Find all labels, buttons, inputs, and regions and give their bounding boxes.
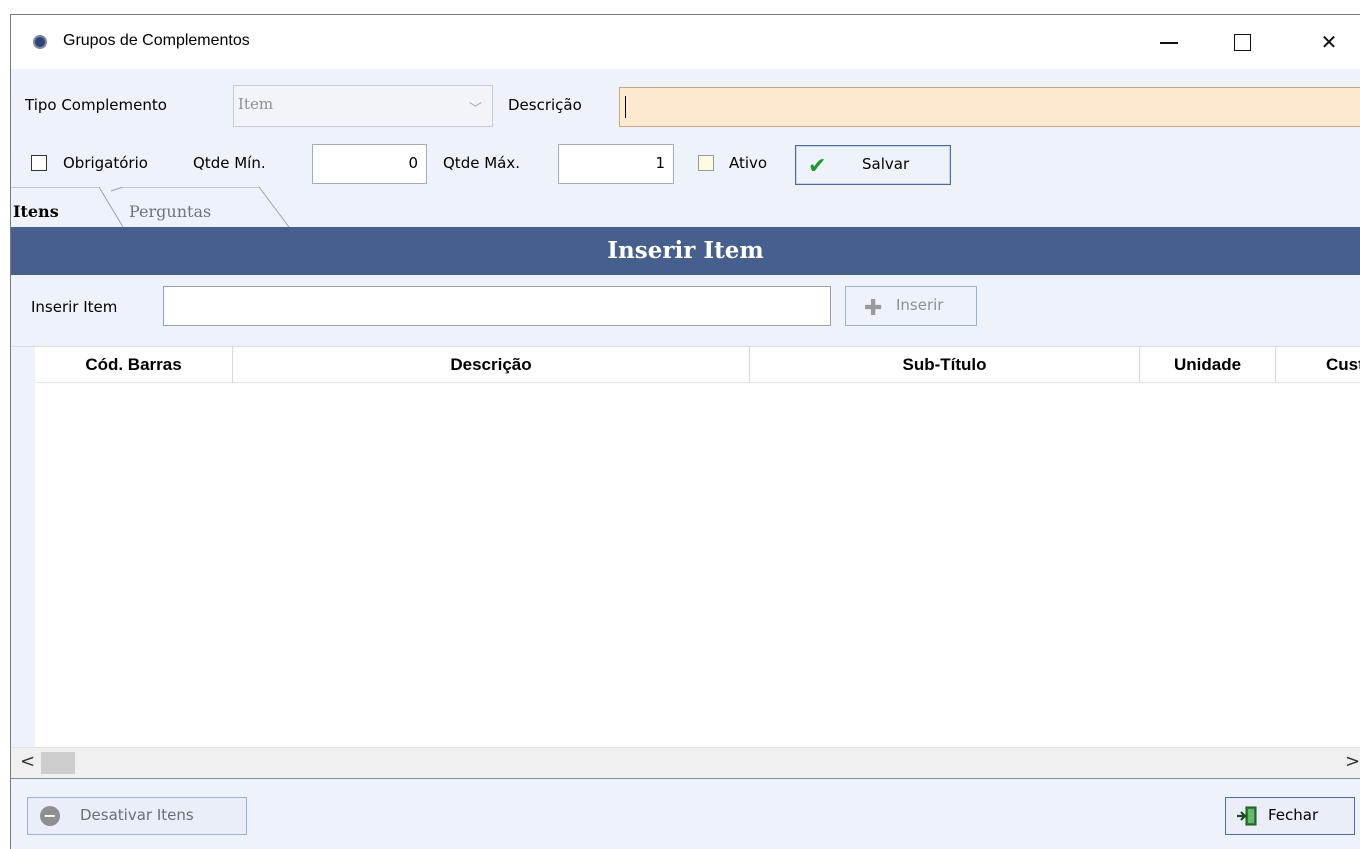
inserir-item-banner: Inserir Item <box>11 227 1360 275</box>
qtde-max-label: Qtde Máx. <box>443 154 520 172</box>
plus-icon: ✚ <box>864 296 883 321</box>
exit-door-icon <box>1237 806 1257 826</box>
items-grid[interactable]: Cód. Barras Descrição Sub-Título Unidade… <box>11 346 1360 779</box>
scroll-left-icon[interactable]: < <box>20 751 35 772</box>
column-header-cod-barras[interactable]: Cód. Barras <box>35 347 233 383</box>
descricao-input[interactable] <box>619 87 1360 127</box>
app-icon <box>33 35 47 49</box>
footer-bar: − Desativar Itens Fechar <box>11 778 1360 849</box>
maximize-icon <box>1233 33 1251 51</box>
grid-header: Cód. Barras Descrição Sub-Título Unidade… <box>35 347 1360 383</box>
qtde-max-input[interactable]: 1 <box>558 144 674 184</box>
horizontal-scrollbar[interactable]: < > <box>11 747 1360 779</box>
column-header-sub-titulo[interactable]: Sub-Título <box>750 347 1140 383</box>
maximize-button[interactable] <box>1219 15 1265 69</box>
minimize-icon <box>1160 42 1178 44</box>
desativar-itens-label: Desativar Itens <box>80 806 194 824</box>
minus-circle-icon: − <box>40 806 60 826</box>
check-icon: ✔ <box>808 154 827 179</box>
ativo-checkbox[interactable] <box>698 155 714 171</box>
minimize-button[interactable] <box>1146 15 1192 69</box>
inserir-item-input[interactable] <box>163 286 831 326</box>
fechar-label: Fechar <box>1268 806 1319 824</box>
inserir-item-label: Inserir Item <box>31 298 118 316</box>
qtde-min-label: Qtde Mín. <box>193 154 266 172</box>
column-header-custo[interactable]: Cust <box>1276 347 1360 383</box>
tab-perguntas[interactable]: Perguntas <box>129 202 211 221</box>
tipo-complemento-select[interactable]: Item ﹀ <box>233 85 493 127</box>
close-icon: ✕ <box>1320 30 1338 54</box>
title-bar: Grupos de Complementos ✕ <box>11 15 1360 69</box>
obrigatorio-label: Obrigatório <box>63 154 148 172</box>
window: Grupos de Complementos ✕ Tipo Complement… <box>10 14 1360 849</box>
descricao-label: Descrição <box>508 96 582 114</box>
inserir-button[interactable]: ✚ Inserir <box>845 286 977 326</box>
salvar-button[interactable]: ✔ Salvar <box>795 145 951 185</box>
scroll-right-icon[interactable]: > <box>1345 751 1360 772</box>
column-header-descricao[interactable]: Descrição <box>233 347 750 383</box>
window-title: Grupos de Complementos <box>63 32 250 49</box>
tipo-complemento-label: Tipo Complemento <box>25 96 167 114</box>
chevron-down-icon: ﹀ <box>468 102 482 117</box>
desativar-itens-button[interactable]: − Desativar Itens <box>27 797 247 835</box>
tipo-complemento-value: Item <box>238 95 274 113</box>
scrollbar-thumb[interactable] <box>41 752 75 774</box>
tab-itens[interactable]: Itens <box>11 187 129 229</box>
tab-itens-label: Itens <box>13 202 59 221</box>
column-header-unidade[interactable]: Unidade <box>1140 347 1276 383</box>
tab-strip: Perguntas Itens <box>11 187 1360 229</box>
text-caret <box>625 96 626 118</box>
fechar-button[interactable]: Fechar <box>1225 797 1355 835</box>
obrigatorio-checkbox[interactable] <box>31 155 47 171</box>
inserir-button-label: Inserir <box>896 296 944 314</box>
close-button[interactable]: ✕ <box>1306 15 1352 69</box>
qtde-min-input[interactable]: 0 <box>312 144 427 184</box>
salvar-label: Salvar <box>862 155 910 173</box>
row-indicator-column <box>11 347 35 747</box>
ativo-label: Ativo <box>729 154 768 172</box>
